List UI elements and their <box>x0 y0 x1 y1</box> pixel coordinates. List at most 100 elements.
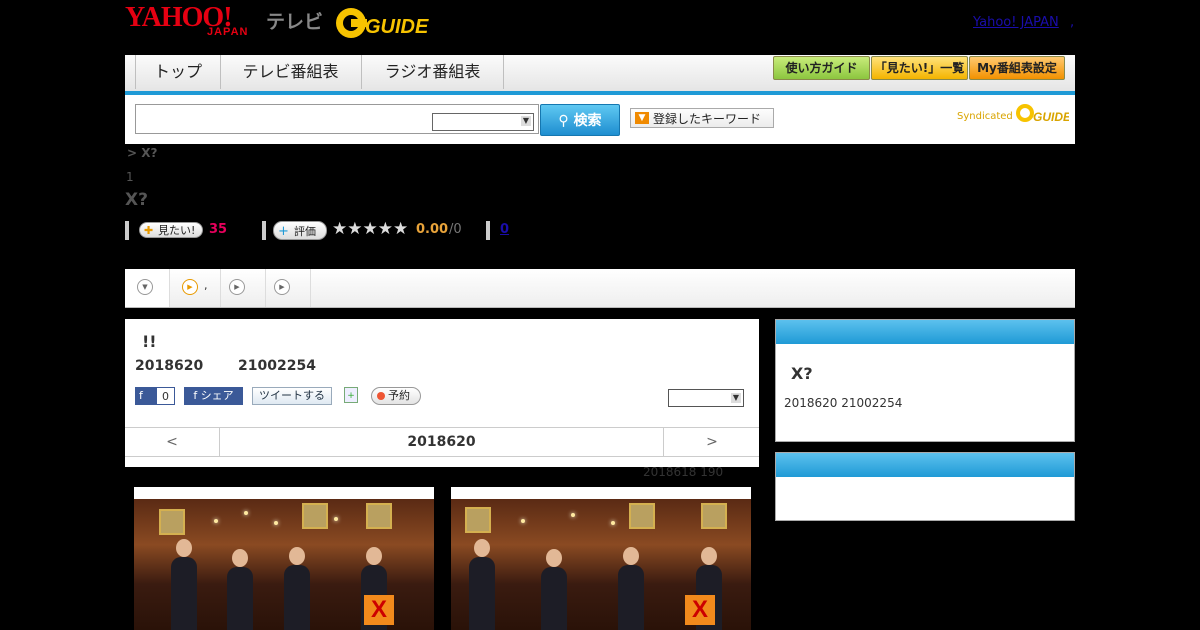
my-schedule-settings-button[interactable]: My番組表設定 <box>969 56 1065 80</box>
divider <box>262 221 266 240</box>
tab-play-2[interactable]: ▶ <box>221 269 266 307</box>
record-dot-icon <box>377 392 385 400</box>
person-head <box>623 547 639 565</box>
saved-keywords-label: 登録したキーワード <box>653 112 762 126</box>
light <box>521 519 525 523</box>
plus-icon: ✚ <box>144 224 154 237</box>
facebook-icon: f <box>139 389 143 402</box>
light <box>334 517 338 521</box>
search-category-select[interactable]: ▼ <box>432 113 534 131</box>
light <box>214 519 218 523</box>
svg-text:GUIDE: GUIDE <box>365 16 429 38</box>
sidebar-panel-header <box>776 320 1074 344</box>
divider <box>125 221 129 240</box>
studio-scene: X <box>451 499 751 630</box>
tv-logo[interactable]: テレビ <box>266 7 323 34</box>
sidebar-program-title[interactable]: X? <box>791 364 813 383</box>
person <box>469 557 495 630</box>
rating-stars: ★★★★★ <box>332 219 409 239</box>
usage-guide-button[interactable]: 使い方ガイド <box>773 56 870 80</box>
saved-keywords-button[interactable]: ▼ 登録したキーワード <box>630 108 774 128</box>
breadcrumb[interactable]: > X? <box>127 146 157 160</box>
rate-label: 評価 <box>294 225 316 238</box>
divider <box>486 221 490 240</box>
tab-video[interactable]: ▶ , <box>170 269 221 307</box>
syndicated-gguide-logo: GUIDE <box>1016 104 1069 124</box>
facebook-share-button[interactable]: f シェア <box>184 387 243 405</box>
light <box>274 521 278 525</box>
person <box>284 565 310 630</box>
person <box>227 567 253 630</box>
decor <box>159 509 185 535</box>
next-date-button[interactable]: > <box>663 428 760 456</box>
sidebar-program-panel: X? 2018620 21002254 <box>775 319 1075 442</box>
current-date: 2018620 <box>407 434 476 450</box>
broadcast-time: 21002254 <box>238 358 316 374</box>
decor <box>302 503 328 529</box>
rating-score: 0.00 <box>416 222 449 237</box>
tab-radio-schedule[interactable]: ラジオ番組表 <box>362 55 504 89</box>
x-mark-icon: X <box>364 595 394 625</box>
light <box>611 521 615 525</box>
want-to-watch-button[interactable]: ✚ 見たい! <box>139 222 203 238</box>
person <box>171 557 197 630</box>
recorder-select[interactable]: ▼ <box>668 389 744 407</box>
search-icon: ⚲ <box>558 113 569 129</box>
tab-play-3[interactable]: ▶ <box>266 269 311 307</box>
chevron-down-circle-icon: ▼ <box>137 279 153 295</box>
gguide-logo[interactable]: GUIDE <box>335 6 431 40</box>
light <box>571 513 575 517</box>
page-title: X? <box>125 190 148 210</box>
facebook-like-count: 0 <box>156 387 175 405</box>
reserve-label: 予約 <box>388 389 410 402</box>
tab-overview[interactable]: ▼ <box>125 269 170 307</box>
facebook-like-button[interactable]: f 0 <box>135 387 175 405</box>
date-navigation: < 2018620 > <box>125 427 759 457</box>
header-separator: , <box>1070 15 1075 30</box>
person-head <box>366 547 382 565</box>
person-head <box>474 539 490 557</box>
tab-video-label: , <box>204 279 208 292</box>
person <box>541 567 567 630</box>
tweet-button[interactable]: ツイートする <box>252 387 332 405</box>
chevron-down-icon: ▼ <box>521 116 531 126</box>
review-count-link[interactable]: 0 <box>500 222 509 237</box>
main-nav-bar: トップ テレビ番組表 ラジオ番組表 使い方ガイド 「見たい!」一覧 My番組表設… <box>125 55 1075 95</box>
light <box>244 511 248 515</box>
updated-timestamp: 2018618 190 <box>643 465 724 479</box>
program-detail-panel: !! 2018620 21002254 f 0 f シェア ツイートする + 予… <box>125 319 759 467</box>
want-to-watch-label: 見たい! <box>158 224 196 237</box>
person-head <box>232 549 248 567</box>
person-head <box>176 539 192 557</box>
search-button-label: 検索 <box>573 113 602 129</box>
person-head <box>546 549 562 567</box>
tab-tv-schedule[interactable]: テレビ番組表 <box>220 55 362 89</box>
plus-icon: + <box>278 224 289 239</box>
syndicated-label: Syndicated <box>957 111 1013 122</box>
decor <box>366 503 392 529</box>
yahoo-japan-link[interactable]: Yahoo! JAPAN <box>973 15 1059 30</box>
rate-button[interactable]: + 評価 <box>273 221 327 240</box>
tab-top[interactable]: トップ <box>135 55 221 89</box>
search-button[interactable]: ⚲ 検索 <box>540 104 620 136</box>
triangle-down-icon: ▼ <box>635 112 649 124</box>
search-bar: ▼ ⚲ 検索 ▼ 登録したキーワード Syndicated GUIDE <box>125 95 1075 144</box>
person-head <box>701 547 717 565</box>
program-photo[interactable]: X <box>134 487 434 630</box>
decor <box>465 507 491 533</box>
reserve-recording-button[interactable]: 予約 <box>371 387 421 405</box>
episode-number: 1 <box>126 170 134 184</box>
decor <box>701 503 727 529</box>
play-circle-icon: ▶ <box>182 279 198 295</box>
play-circle-icon: ▶ <box>274 279 290 295</box>
add-calendar-icon[interactable]: + <box>344 387 358 403</box>
broadcast-date: 2018620 <box>135 358 204 374</box>
chevron-down-icon: ▼ <box>731 393 741 403</box>
svg-text:GUIDE: GUIDE <box>1033 110 1069 124</box>
want-to-watch-count: 35 <box>209 222 228 237</box>
x-mark-icon: X <box>685 595 715 625</box>
want-to-watch-list-button[interactable]: 「見たい!」一覧 <box>871 56 968 80</box>
person <box>618 565 644 630</box>
previous-date-button[interactable]: < <box>125 428 220 456</box>
program-photo[interactable]: X <box>451 487 751 630</box>
